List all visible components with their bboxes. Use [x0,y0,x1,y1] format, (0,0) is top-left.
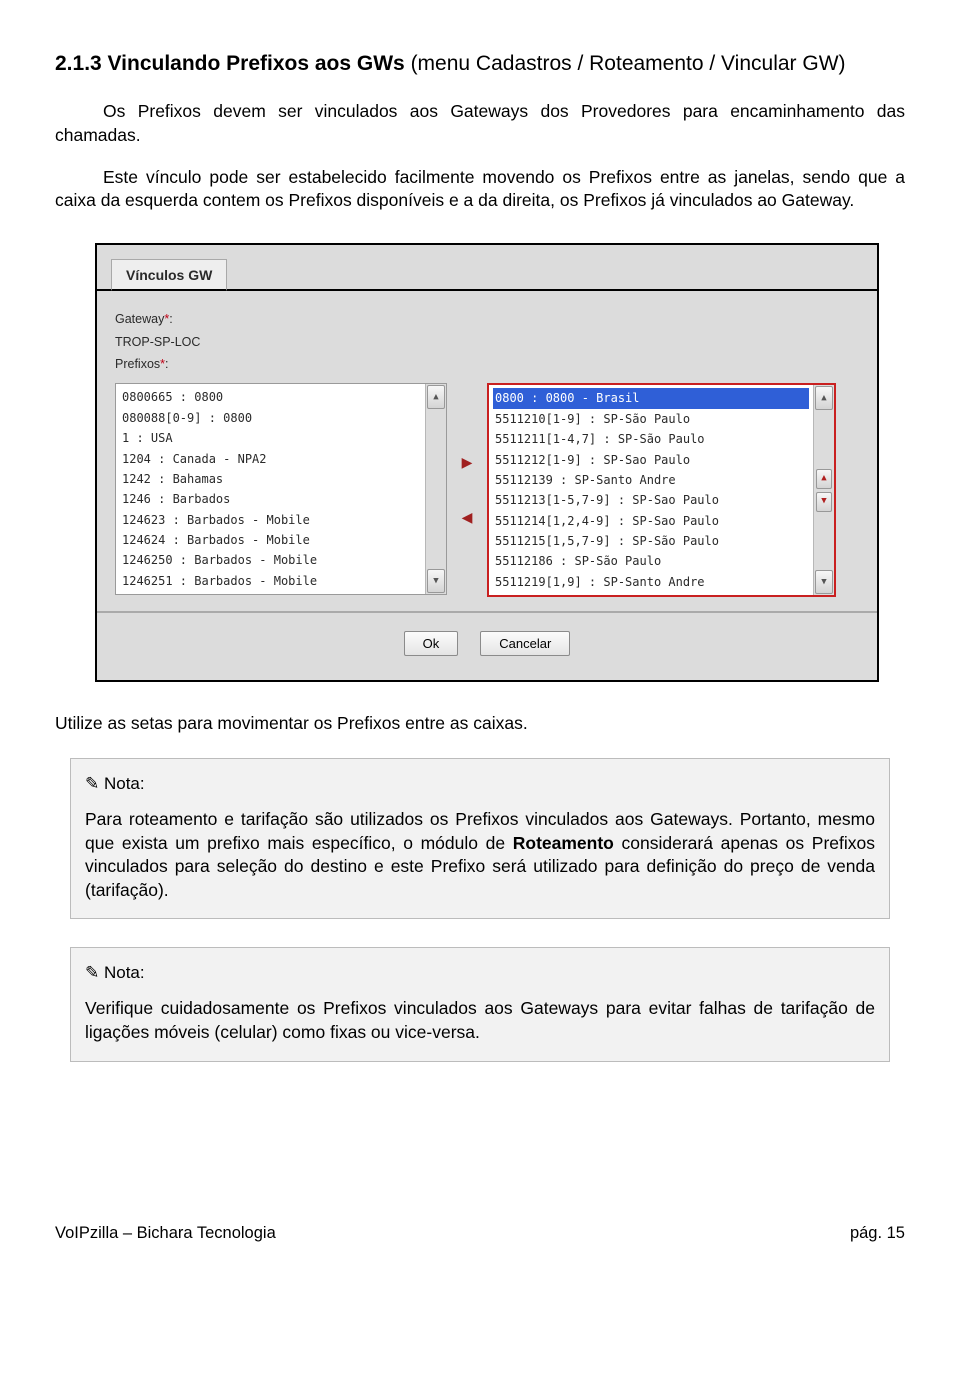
post-screenshot-paragraph: Utilize as setas para movimentar os Pref… [55,712,905,736]
transfer-arrows: ▶ ◀ [447,383,487,597]
scrollbar[interactable]: ▲ ▲ ▼ ▼ [813,385,834,595]
scrollbar[interactable]: ▲ ▼ [425,384,446,594]
intro-paragraph-1: Os Prefixos devem ser vinculados aos Gat… [55,100,905,147]
intro-paragraph-2: Este vínculo pode ser estabelecido facil… [55,166,905,213]
gateway-value: TROP-SP-LOC [115,334,859,351]
list-item[interactable]: 5511214[1,2,4-9] : SP-Sao Paulo [493,511,809,531]
list-item[interactable]: 55112186 : SP-São Paulo [493,551,809,571]
note-heading: ✎ Nota: [85,773,875,796]
list-item[interactable]: 124623 : Barbados - Mobile [120,510,421,530]
vincular-gw-dialog: Vínculos GW Gateway*: TROP-SP-LOC Prefix… [95,243,879,683]
linked-prefixes-listbox[interactable]: 0800 : 0800 - Brasil 5511210[1-9] : SP-S… [487,383,836,597]
scroll-down-red-icon[interactable]: ▼ [816,492,832,512]
list-item[interactable]: 5511219[1,9] : SP-Santo Andre [493,572,809,592]
prefixos-label: Prefixos*: [115,356,859,373]
list-item[interactable]: 5511211[1-4,7] : SP-São Paulo [493,429,809,449]
scroll-up-icon[interactable]: ▲ [815,386,833,410]
available-prefixes-listbox[interactable]: 0800665 : 0800 080088[0-9] : 0800 1 : US… [115,383,447,595]
list-item[interactable]: 55112139 : SP-Santo Andre [493,470,809,490]
required-asterisk: * [160,357,165,371]
cancel-button[interactable]: Cancelar [480,631,570,656]
heading-context: (menu Cadastros / Roteamento / Vincular … [405,52,846,75]
tab-strip: Vínculos GW [111,259,877,291]
gateway-label: Gateway*: [115,311,859,328]
list-item[interactable]: 5511212[1-9] : SP-Sao Paulo [493,450,809,470]
list-item[interactable]: 0800665 : 0800 [120,387,421,407]
scroll-up-red-icon[interactable]: ▲ [816,469,832,489]
footer-left: VoIPzilla – Bichara Tecnologia [55,1222,276,1244]
tab-vinculos-gw[interactable]: Vínculos GW [111,259,227,291]
page-footer: VoIPzilla – Bichara Tecnologia pág. 15 [55,1222,905,1244]
scroll-down-icon[interactable]: ▼ [815,570,833,594]
required-asterisk: * [164,312,169,326]
section-heading: 2.1.3 Vinculando Prefixos aos GWs (menu … [55,50,905,78]
list-item[interactable]: 5511215[1,5,7-9] : SP-São Paulo [493,531,809,551]
scroll-up-icon[interactable]: ▲ [427,385,445,409]
note-box-2: ✎ Nota: Verifique cuidadosamente os Pref… [70,947,890,1061]
list-item[interactable]: 0800 : 0800 - Brasil [493,388,809,408]
list-item[interactable]: 5511213[1-5,7-9] : SP-Sao Paulo [493,490,809,510]
list-item[interactable]: 1246251 : Barbados - Mobile [120,571,421,591]
note-heading: ✎ Nota: [85,962,875,985]
list-item[interactable]: 1 : USA [120,428,421,448]
heading-number: 2.1.3 Vinculando Prefixos aos GWs [55,52,405,75]
list-item[interactable]: 5511210[1-9] : SP-São Paulo [493,409,809,429]
footer-right: pág. 15 [850,1222,905,1244]
list-item[interactable]: 124624 : Barbados - Mobile [120,530,421,550]
list-item[interactable]: 1246250 : Barbados - Mobile [120,550,421,570]
scroll-down-icon[interactable]: ▼ [427,569,445,593]
move-left-icon[interactable]: ◀ [462,508,473,527]
list-item[interactable]: 1246 : Barbados [120,489,421,509]
list-item[interactable]: 1204 : Canada - NPA2 [120,449,421,469]
ok-button[interactable]: Ok [404,631,459,656]
list-item[interactable]: 080088[0-9] : 0800 [120,408,421,428]
move-right-icon[interactable]: ▶ [462,453,473,472]
note-body: Verifique cuidadosamente os Prefixos vin… [85,997,875,1044]
note-body: Para roteamento e tarifação são utilizad… [85,808,875,903]
note-box-1: ✎ Nota: Para roteamento e tarifação são … [70,758,890,919]
list-item[interactable]: 1242 : Bahamas [120,469,421,489]
